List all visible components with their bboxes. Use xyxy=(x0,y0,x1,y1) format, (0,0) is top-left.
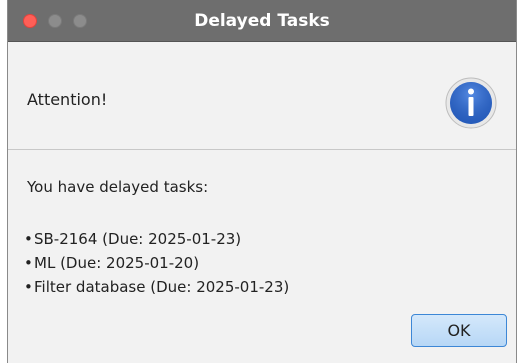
info-icon xyxy=(445,77,497,129)
header-text: Attention! xyxy=(27,90,108,109)
dialog-window: Delayed Tasks Attention! You have delaye… xyxy=(7,0,517,363)
task-text: Filter database (Due: 2025-01-23) xyxy=(34,278,290,296)
task-text: ML (Due: 2025-01-20) xyxy=(34,254,200,272)
dialog-header: Attention! xyxy=(8,42,516,150)
task-list-item: •Filter database (Due: 2025-01-23) xyxy=(24,278,289,296)
task-list-item: •SB-2164 (Due: 2025-01-23) xyxy=(24,230,241,248)
bullet: • xyxy=(24,230,33,248)
bullet: • xyxy=(24,278,33,296)
message-intro: You have delayed tasks: xyxy=(27,178,209,196)
title-bar[interactable]: Delayed Tasks xyxy=(8,0,516,42)
bullet: • xyxy=(24,254,33,272)
ok-button[interactable]: OK xyxy=(411,314,507,347)
task-text: SB-2164 (Due: 2025-01-23) xyxy=(34,230,242,248)
dialog-body: You have delayed tasks: •SB-2164 (Due: 2… xyxy=(8,150,516,363)
task-list-item: •ML (Due: 2025-01-20) xyxy=(24,254,199,272)
window-title: Delayed Tasks xyxy=(194,11,330,31)
